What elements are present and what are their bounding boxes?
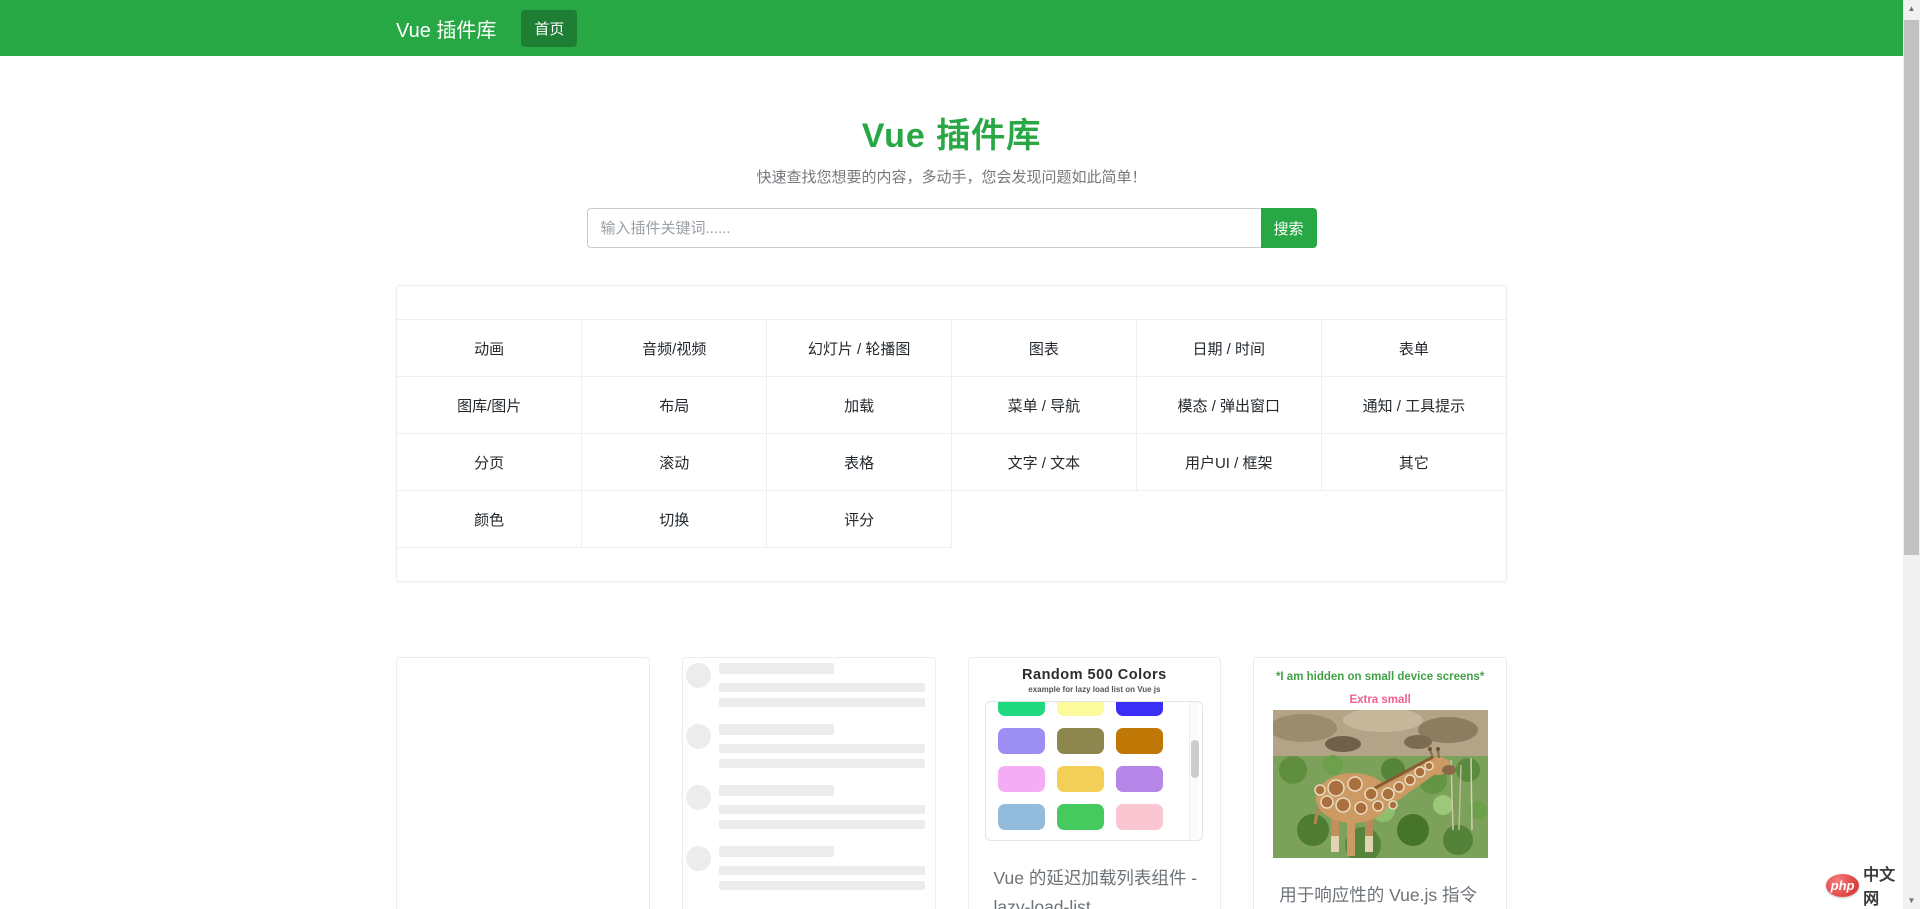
search-button[interactable]: 搜索 [1261, 208, 1317, 248]
page: Vue 插件库 首页 Vue 插件库 快速查找您想要的内容，多动手，您会发现问题… [0, 0, 1903, 909]
color-swatch [1057, 728, 1104, 754]
category-cell[interactable]: 音频/视频 [582, 320, 767, 377]
category-cell[interactable]: 滚动 [582, 434, 767, 491]
plugin-card-skeleton[interactable]: Vue.js 的自适应骨架加载组件 - ue-loading-skeleton [682, 657, 936, 909]
plugin-card-responsive[interactable]: *I am hidden on small device screens* Ex… [1253, 657, 1507, 909]
category-cell-empty [1136, 491, 1321, 548]
plugin-card-colors[interactable]: Random 500 Colors example for lazy load … [968, 657, 1222, 909]
category-cell[interactable]: 幻灯片 / 轮播图 [767, 320, 952, 377]
skeleton-avatar [686, 846, 711, 871]
category-cell[interactable]: 文字 / 文本 [951, 434, 1136, 491]
category-cell[interactable]: 布局 [582, 377, 767, 434]
category-cell-empty [951, 491, 1136, 548]
category-cell[interactable]: 加载 [767, 377, 952, 434]
nav-home-button[interactable]: 首页 [521, 10, 577, 47]
skeleton-avatar [686, 663, 711, 688]
plugin-cards: Vue.js 的自适应骨架加载组件 - ue-loading-skeleton … [396, 657, 1507, 909]
category-cell[interactable]: 用户UI / 框架 [1136, 434, 1321, 491]
preview-scrollbar-thumb[interactable] [1191, 740, 1199, 778]
category-cell[interactable]: 颜色 [397, 491, 582, 548]
search-bar: 搜索 [587, 208, 1317, 248]
category-cell[interactable]: 评分 [767, 491, 952, 548]
color-swatch [1057, 766, 1104, 792]
colors-preview-heading: Random 500 Colors [969, 667, 1221, 683]
color-swatch [1116, 804, 1163, 830]
category-cell[interactable]: 日期 / 时间 [1136, 320, 1321, 377]
skeleton-preview [683, 658, 935, 896]
category-cell[interactable]: 模态 / 弹出窗口 [1136, 377, 1321, 434]
color-swatch [998, 728, 1045, 754]
colors-preview: Random 500 Colors example for lazy load … [969, 658, 1221, 841]
scrollbar-thumb[interactable] [1904, 20, 1919, 555]
scroll-down-icon[interactable]: ▼ [1903, 892, 1920, 909]
color-swatch [998, 804, 1045, 830]
category-cell[interactable]: 切换 [582, 491, 767, 548]
category-panel: 动画音频/视频幻灯片 / 轮播图图表日期 / 时间表单图库/图片布局加载菜单 /… [396, 285, 1507, 582]
color-swatch [1116, 701, 1163, 716]
responsive-caption: *I am hidden on small device screens* [1254, 671, 1506, 683]
category-row: 分页滚动表格文字 / 文本用户UI / 框架其它 [397, 434, 1506, 491]
category-row: 动画音频/视频幻灯片 / 轮播图图表日期 / 时间表单 [397, 320, 1506, 377]
navbar: Vue 插件库 首页 [0, 0, 1903, 56]
category-cell[interactable]: 表格 [767, 434, 952, 491]
category-table: 动画音频/视频幻灯片 / 轮播图图表日期 / 时间表单图库/图片布局加载菜单 /… [397, 319, 1506, 548]
category-cell[interactable]: 表单 [1321, 320, 1506, 377]
color-swatch [1057, 701, 1104, 716]
search-input[interactable] [587, 208, 1261, 248]
color-swatch [1116, 728, 1163, 754]
category-cell[interactable]: 通知 / 工具提示 [1321, 377, 1506, 434]
page-scrollbar[interactable]: ▲ ▼ [1903, 0, 1920, 909]
skeleton-avatar [686, 785, 711, 810]
category-cell[interactable]: 其它 [1321, 434, 1506, 491]
category-cell[interactable]: 分页 [397, 434, 582, 491]
category-row: 图库/图片布局加载菜单 / 导航模态 / 弹出窗口通知 / 工具提示 [397, 377, 1506, 434]
skeleton-avatar [686, 724, 711, 749]
category-row: 颜色切换评分 [397, 491, 1506, 548]
php-logo-icon: php [1826, 874, 1859, 897]
php-cn-watermark: php 中文网 [1826, 861, 1903, 909]
category-cell[interactable]: 动画 [397, 320, 582, 377]
color-swatch [998, 766, 1045, 792]
scroll-up-icon[interactable]: ▲ [1903, 0, 1920, 17]
category-cell[interactable]: 菜单 / 导航 [951, 377, 1136, 434]
responsive-preview: *I am hidden on small device screens* Ex… [1254, 658, 1506, 858]
colors-preview-subheading: example for lazy load list on Vue js [969, 685, 1221, 694]
plugin-card-blank[interactable] [396, 657, 650, 909]
giraffe-image [1273, 710, 1488, 858]
preview-scrollbar[interactable] [1189, 702, 1199, 840]
brand-link[interactable]: Vue 插件库 [396, 14, 496, 43]
hero-section: Vue 插件库 快速查找您想要的内容，多动手，您会发现问题如此简单！ 搜索 [0, 108, 1903, 248]
plugin-title[interactable]: Vue 的延迟加载列表组件 - lazy-load-list [994, 864, 1199, 909]
category-cell-empty [1321, 491, 1506, 548]
php-cn-label: 中文网 [1863, 861, 1903, 909]
page-subtitle: 快速查找您想要的内容，多动手，您会发现问题如此简单！ [0, 166, 1903, 187]
category-cell[interactable]: 图表 [951, 320, 1136, 377]
plugin-title[interactable]: 用于响应性的 Vue.js 指令 – Vue-Responsive [1279, 881, 1484, 909]
color-swatch [1116, 766, 1163, 792]
color-swatch [998, 701, 1045, 716]
page-title: Vue 插件库 [0, 108, 1903, 157]
colors-scroll-area [985, 701, 1203, 841]
color-swatch [1057, 804, 1104, 830]
category-cell[interactable]: 图库/图片 [397, 377, 582, 434]
responsive-size-label: Extra small [1254, 694, 1506, 706]
